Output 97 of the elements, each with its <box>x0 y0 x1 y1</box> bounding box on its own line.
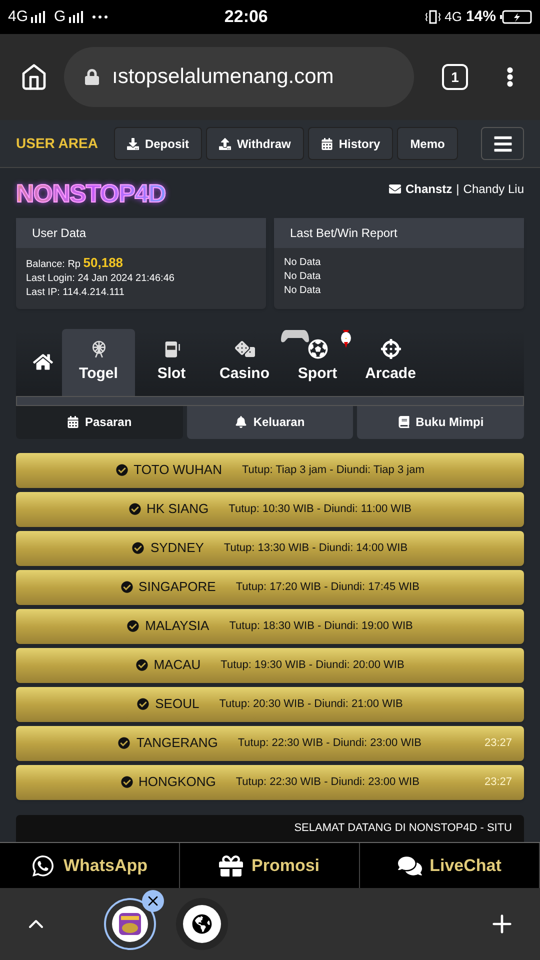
schedule-text: Tutup: 22:30 WIB - Diundi: 23:00 WIB <box>236 774 420 790</box>
crosshair-icon <box>380 338 400 359</box>
market-row[interactable]: TANGERANG Tutup: 22:30 WIB - Diundi: 23:00 WIB 23:27 <box>16 726 524 760</box>
market-name: HONGKONG <box>138 773 216 792</box>
schedule-text: Tutup: 22:30 WIB - Diundi: 23:00 WIB <box>238 736 422 751</box>
username-text: Chanstz <box>405 181 452 198</box>
calendar-icon <box>66 416 79 428</box>
schedule-text: Tutup: 13:30 WIB - Diundi: 14:00 WIB <box>224 540 408 556</box>
calendar-icon <box>320 138 333 150</box>
nav-button[interactable]: Memo <box>397 127 458 160</box>
category-tab[interactable]: Arcade <box>354 328 427 396</box>
market-row[interactable]: SINGAPORE Tutup: 17:20 WIB - Diundi: 17:45 WIB <box>16 570 524 604</box>
vibrate-icon <box>424 9 441 25</box>
market-row[interactable]: SEOUL Tutup: 20:30 WIB - Diundi: 21:00 WIB <box>16 686 524 722</box>
market-name: SYDNEY <box>150 539 204 558</box>
schedule-text: Tutup: 18:30 WIB - Diundi: 19:00 WIB <box>229 618 413 634</box>
sub-tab[interactable]: Buku Mimpi <box>357 406 524 438</box>
report-text: No Data <box>284 284 322 298</box>
market-row[interactable]: TOTO WUHAN Tutup: Tiap 3 jam - Diundi: Tiap 3 jam <box>16 452 524 488</box>
tray-icon <box>218 138 231 150</box>
full-name-text: Chandy Liu <box>463 181 524 198</box>
sub-tab[interactable]: Keluaran <box>186 406 354 438</box>
address-bar[interactable]: ıstopselalumenang.com <box>64 47 414 107</box>
info-text: Last Login: 24 Jan 2024 21:46:46 <box>26 272 176 286</box>
check-icon <box>132 542 144 554</box>
menu-button[interactable] <box>481 127 524 160</box>
gamepad-icon <box>281 328 309 342</box>
schedule-text: Tutup: 10:30 WIB - Diundi: 11:00 WIB <box>228 502 412 517</box>
rooster-icon <box>338 328 354 348</box>
globe-icon <box>192 914 212 934</box>
whatsapp-icon <box>31 854 56 878</box>
check-icon <box>116 464 128 476</box>
bell-icon <box>235 416 248 428</box>
category-tab[interactable]: Sport <box>281 328 354 396</box>
report-text: No Data <box>284 270 322 284</box>
chat-icon <box>398 854 422 878</box>
market-name: SEOUL <box>155 695 200 714</box>
schedule-text: Tutup: Tiap 3 jam - Diundi: Tiap 3 jam <box>242 462 424 478</box>
balance-text: Balance: Rp 50,188 <box>26 256 124 272</box>
check-icon <box>137 698 150 710</box>
dice-icon <box>234 338 254 359</box>
market-row[interactable]: SYDNEY Tutup: 13:30 WIB - Diundi: 14:00 WIB <box>16 530 524 566</box>
market-name: HK SIANG <box>146 500 209 518</box>
market-name: MACAU <box>154 656 201 674</box>
check-icon <box>120 581 133 593</box>
card-header: User Data <box>16 218 266 248</box>
menu-icon <box>492 134 512 154</box>
info-text: Last IP: 114.4.214.111 <box>26 286 126 300</box>
schedule-text: Tutup: 17:20 WIB - Diundi: 17:45 WIB <box>236 580 420 595</box>
marquee-text: SELAMAT DATANG DI NONSTOP4D - SITU <box>294 821 512 836</box>
nav-button[interactable]: Deposit <box>114 127 202 160</box>
market-name: TANGERANG <box>136 734 218 752</box>
sub-tab[interactable]: Pasaran <box>16 406 183 438</box>
envelope-icon[interactable] <box>389 183 402 195</box>
category-tab[interactable]: Slot <box>135 328 208 396</box>
check-icon <box>120 776 133 788</box>
signal-icon <box>68 11 84 23</box>
gift-icon <box>219 854 244 878</box>
nav-button[interactable]: Withdraw <box>206 127 304 160</box>
url-text: ıstopselalumenang.com <box>112 64 334 90</box>
schedule-text: Tutup: 19:30 WIB - Diundi: 20:00 WIB <box>220 658 404 673</box>
market-name: MALAYSIA <box>145 617 210 636</box>
market-row[interactable]: HK SIANG Tutup: 10:30 WIB - Diundi: 11:00 WIB <box>16 492 524 526</box>
report-text: No Data <box>284 256 322 270</box>
market-name: SINGAPORE <box>138 578 216 596</box>
network-indicator: 4G <box>8 6 28 27</box>
more-icon <box>92 15 108 19</box>
check-icon <box>136 659 148 671</box>
card-header: Last Bet/Win Report <box>274 218 524 248</box>
separator-text: | <box>456 181 460 198</box>
market-row[interactable]: MACAU Tutup: 19:30 WIB - Diundi: 20:00 WIB <box>16 648 524 682</box>
countdown-text: 23:27 <box>484 736 512 751</box>
tab-count-button[interactable]: 1 <box>442 64 468 90</box>
network-indicator: G <box>54 6 66 27</box>
home-icon[interactable] <box>20 63 48 91</box>
lock-icon <box>84 69 100 85</box>
category-tab[interactable]: Togel <box>62 328 135 396</box>
nav-button[interactable]: History <box>308 127 394 160</box>
tray-icon <box>126 138 139 150</box>
battery-icon <box>500 9 532 25</box>
home-icon <box>33 352 53 372</box>
countdown-text: 23:27 <box>484 774 512 790</box>
check-icon <box>128 503 141 515</box>
market-row[interactable]: HONGKONG Tutup: 22:30 WIB - Diundi: 23:00 WIB 23:27 <box>16 764 524 800</box>
check-icon <box>118 737 130 749</box>
network-indicator: 4G <box>444 8 462 26</box>
schedule-text: Tutup: 20:30 WIB - Diundi: 21:00 WIB <box>219 696 403 712</box>
market-name: TOTO WUHAN <box>134 461 222 480</box>
market-row[interactable]: MALAYSIA Tutup: 18:30 WIB - Diundi: 19:00 WIB <box>16 608 524 644</box>
book-icon <box>398 416 410 428</box>
signal-icon <box>30 11 46 23</box>
check-icon <box>127 620 140 632</box>
clock-text: 22:06 <box>224 6 268 28</box>
category-tab[interactable]: Casino <box>208 328 281 396</box>
battery-text: 14% <box>466 6 496 27</box>
user-area-title: USER AREA <box>16 134 98 153</box>
close-badge[interactable] <box>142 890 164 912</box>
